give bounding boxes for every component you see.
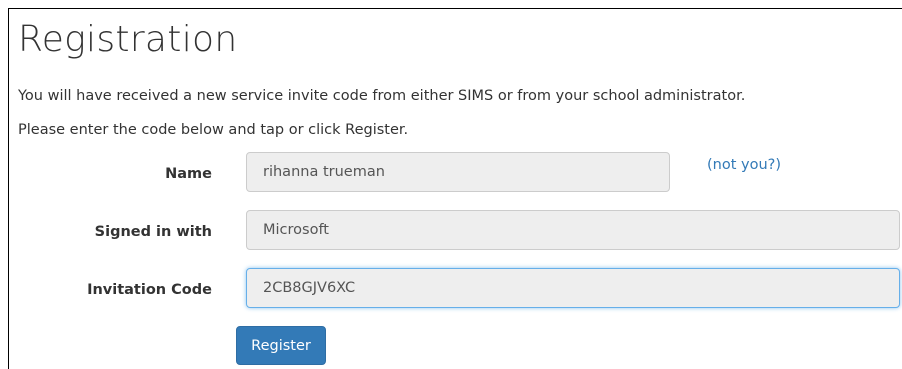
- instruction-text: Please enter the code below and tap or c…: [18, 122, 409, 138]
- name-label: Name: [165, 166, 212, 182]
- register-button[interactable]: Register: [236, 326, 326, 365]
- signed-in-with-label: Signed in with: [94, 224, 212, 240]
- invitation-code-input[interactable]: [246, 268, 900, 308]
- name-field[interactable]: [246, 152, 670, 192]
- signed-in-with-field[interactable]: [246, 210, 900, 250]
- page-title: Registration: [18, 19, 238, 60]
- intro-text: You will have received a new service inv…: [18, 88, 746, 104]
- invitation-code-label: Invitation Code: [87, 282, 212, 298]
- not-you-link[interactable]: (not you?): [707, 155, 781, 175]
